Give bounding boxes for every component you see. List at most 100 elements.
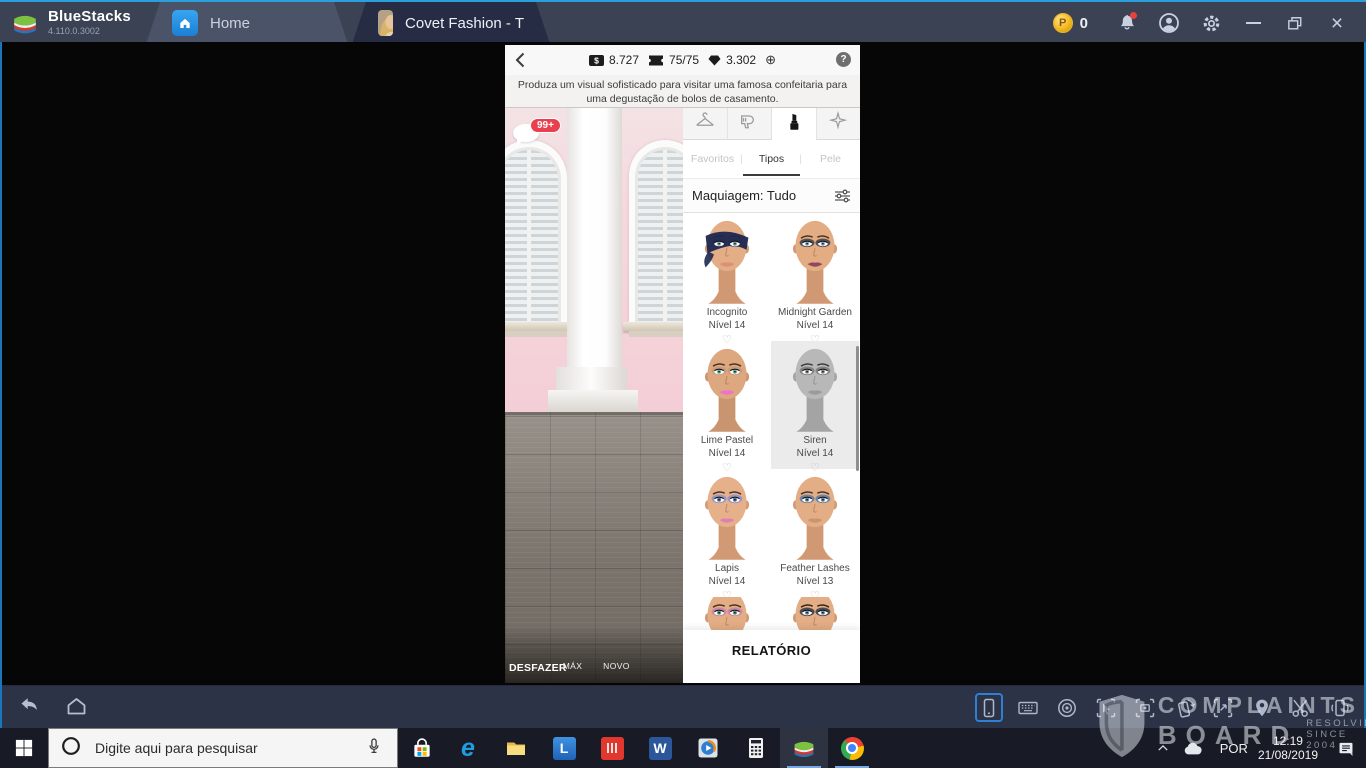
android-back-icon[interactable] [16,694,42,723]
dressing-room-scene: 99+ DESFAZER MÁX NOVO [505,108,683,683]
ticket-icon [649,55,664,65]
screenshot-icon[interactable] [1131,693,1159,722]
makeup-item-siren[interactable]: Siren Nível 14 ♡ [771,341,859,474]
portrait-mode-icon[interactable] [975,693,1003,722]
taskbar-app-edge[interactable]: e [444,728,492,768]
right-window [629,140,683,322]
bluestacks-window: BlueStacks 4.110.0.3002 Home Covet Fashi… [0,0,1366,728]
covet-avatar [378,10,393,36]
relatorio-button[interactable]: RELATÓRIO [732,643,811,658]
filter-sliders-icon[interactable] [834,189,851,203]
novo-toggle[interactable]: NOVO [598,656,635,674]
taskbar-app-media-player[interactable] [684,728,732,768]
taskbar-app-bluestacks[interactable] [780,728,828,768]
search-placeholder: Digite aqui para pesquisar [95,740,258,756]
add-currency-icon[interactable]: ⊕ [765,52,776,68]
makeup-item-partial-2[interactable] [771,597,859,630]
taskbar-app-store[interactable] [398,728,446,768]
start-button[interactable] [0,728,48,768]
toolbar-nav [16,694,90,723]
brand-version: 4.110.0.3002 [48,26,100,36]
makeup-grid: Incognito Nível 14 ♡ Midnight Garden Nível … [683,213,860,630]
category-tabs [683,108,860,140]
taskbar-app-word[interactable]: W [636,728,684,768]
hidden-icons-chevron[interactable] [1156,741,1170,755]
windows-taskbar: Digite aqui para pesquisar e L W POR 12:19… [0,728,1366,768]
minimize-button[interactable] [1241,11,1265,35]
cortana-icon [61,736,81,761]
help-icon[interactable]: ? [836,52,851,67]
makeup-item-midnight-garden[interactable]: Midnight Garden Nível 14 ♡ [771,213,859,346]
category-tab-clothing[interactable] [683,108,727,140]
cursor-controls-icon[interactable] [1092,693,1120,722]
eco-mode-icon[interactable] [1053,693,1081,722]
taskbar-app-calculator[interactable] [732,728,780,768]
category-tab-accessories[interactable] [815,108,860,140]
subtab-tipos[interactable]: Tipos | [742,140,802,178]
screen: { "titlebar": { "brand": "BlueStacks", "… [0,0,1366,768]
panel-scrollbar[interactable] [856,346,859,471]
active-tab-underline [743,174,800,176]
cash-value: 8.727 [609,53,640,67]
close-button[interactable]: × [1325,11,1349,35]
makeup-item-lapis[interactable]: Lapis Nível 14 ♡ [683,469,771,602]
left-window-sill-base [505,331,567,337]
left-window-sill [505,322,575,331]
taskbar-app-chrome[interactable] [828,728,876,768]
keyboard-icon[interactable] [1014,693,1042,722]
account-icon[interactable] [1157,11,1181,35]
makeup-item-lime-pastel[interactable]: Lime Pastel Nível 14 ♡ [683,341,771,474]
location-icon[interactable] [1248,693,1276,722]
tab-covet-fashion[interactable]: Covet Fashion - T [352,2,550,44]
badge-count: 99+ [530,118,561,133]
diamond-icon [708,55,721,65]
hair-icon [738,110,760,137]
settings-gear-icon[interactable] [1199,11,1223,35]
filter-label: Maquiagem: Tudo [692,188,797,203]
category-tab-hair[interactable] [726,108,771,140]
max-label: MÁX [562,661,583,671]
microphone-icon[interactable] [365,735,383,762]
makeup-icon [783,111,805,138]
filter-row[interactable]: Maquiagem: Tudo [683,178,860,213]
clock[interactable]: 12:19 21/08/2019 [1258,734,1318,762]
points-coin-icon[interactable]: P [1052,13,1073,33]
cash-icon: $ [589,54,604,66]
taskbar-app-explorer[interactable] [492,728,540,768]
max-toggle[interactable]: MÁX [554,656,591,674]
toolbar-tools [964,693,1354,722]
rotate-icon[interactable] [1170,693,1198,722]
shake-icon[interactable] [1326,693,1354,722]
makeup-item-feather-lashes[interactable]: Feather Lashes Nível 13 ♡ [771,469,859,602]
right-window-sill-base [629,331,683,337]
svg-text:$: $ [594,55,599,65]
accessories-icon [827,110,849,137]
action-center-icon[interactable] [1336,739,1356,758]
language-indicator[interactable]: POR [1220,741,1248,756]
makeup-item-partial-1[interactable] [683,597,771,630]
notification-dot [1130,12,1137,19]
titlebar: BlueStacks 4.110.0.3002 Home Covet Fashi… [0,0,1366,42]
android-home-icon[interactable] [64,694,90,723]
tray-date: 21/08/2019 [1257,748,1318,762]
white-column [567,108,622,370]
fullscreen-icon[interactable] [1209,693,1237,722]
taskbar-app-l-app[interactable]: L [540,728,588,768]
onedrive-cloud-icon[interactable] [1182,740,1204,756]
column-plinth [548,390,638,413]
cut-icon[interactable] [1287,693,1315,722]
right-window-sill [623,322,683,331]
taskbar-app-red-app[interactable] [588,728,636,768]
restore-button[interactable] [1283,11,1307,35]
notifications-bell-icon[interactable] [1115,11,1139,35]
tab-home[interactable]: Home [146,2,348,44]
subtab-pele[interactable]: Pele [801,140,860,178]
brand-name: BlueStacks [48,8,131,25]
points-count: 0 [1079,14,1088,32]
subtab-favoritos[interactable]: Favoritos | [683,140,743,178]
titlebar-controls: P 0 × [1052,2,1358,44]
makeup-item-incognito[interactable]: Incognito Nível 14 ♡ [683,213,771,346]
taskbar-search[interactable]: Digite aqui para pesquisar [48,728,398,768]
panel-footer: RELATÓRIO [683,630,860,683]
category-tab-makeup[interactable] [771,108,816,140]
